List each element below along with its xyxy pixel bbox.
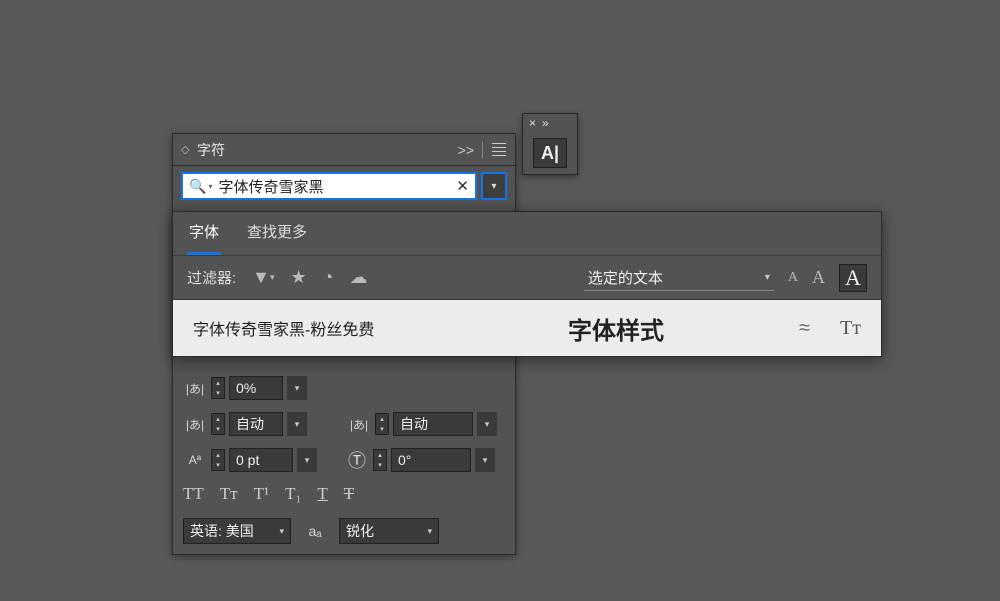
panel-expand-icon[interactable]: >> xyxy=(458,142,474,158)
tsume-row: |あ| ▴▾ 0% xyxy=(173,370,515,406)
baseline-value[interactable]: 0 pt xyxy=(229,448,293,472)
search-mode-chevron-icon[interactable]: ▾ xyxy=(208,182,212,191)
tab-fonts[interactable]: 字体 xyxy=(187,211,221,255)
preview-text-select[interactable]: 选定的文本 xyxy=(584,265,774,291)
dock-mini-panel: × » A| xyxy=(522,113,578,175)
strikethrough-button[interactable]: T xyxy=(344,484,354,504)
font-search-input[interactable] xyxy=(218,178,456,195)
bottom-row: 英语: 美国 aₐ 锐化 xyxy=(173,514,515,554)
rotate-value[interactable]: 0° xyxy=(391,448,471,472)
tsume-icon: |あ| xyxy=(183,379,207,397)
kerning-row: |あ| ▴▾ 自动 |あ| ▴▾ 自动 xyxy=(173,406,515,442)
dock-close-icon[interactable]: × xyxy=(529,116,536,130)
smallcaps-button[interactable]: Tᴛ xyxy=(220,484,238,504)
character-panel-icon[interactable]: A| xyxy=(533,138,567,168)
kern-right-dropdown[interactable] xyxy=(477,412,497,436)
underline-button[interactable]: T xyxy=(317,484,327,504)
dock-expand-icon[interactable]: » xyxy=(542,116,549,130)
filter-row: 过滤器: ▼▾ 选定的文本 A A A xyxy=(173,256,881,300)
kern-left-value[interactable]: 自动 xyxy=(229,412,283,436)
preview-size-small[interactable]: A xyxy=(788,270,798,286)
panel-menu-icon[interactable] xyxy=(491,143,507,156)
preview-text-value: 选定的文本 xyxy=(588,267,663,288)
rotate-dropdown[interactable] xyxy=(475,448,495,472)
filter-favorite-icon[interactable] xyxy=(291,267,307,288)
chevron-down-icon xyxy=(491,181,496,192)
baseline-icon: Aª xyxy=(183,451,207,469)
chevron-down-icon xyxy=(427,526,432,537)
kern-right-value[interactable]: 自动 xyxy=(393,412,473,436)
baseline-row: Aª ▴▾ 0 pt Ⓣ ▴▾ 0° xyxy=(173,442,515,478)
collapse-icon[interactable]: ◇ xyxy=(181,145,191,155)
subscript-button[interactable]: T₁ xyxy=(285,484,301,504)
tab-find-more[interactable]: 查找更多 xyxy=(245,211,309,255)
kern-right-stepper[interactable]: ▴▾ xyxy=(375,413,389,435)
kern-left-stepper[interactable]: ▴▾ xyxy=(211,413,225,435)
baseline-stepper[interactable]: ▴▾ xyxy=(211,449,225,471)
font-dropdown-button[interactable] xyxy=(481,172,507,200)
filter-funnel-icon[interactable]: ▼▾ xyxy=(252,267,274,288)
filter-label: 过滤器: xyxy=(187,267,236,288)
kern-right-icon: |あ| xyxy=(347,415,371,433)
search-icon: 🔍 xyxy=(189,178,206,195)
preview-size-large[interactable]: A xyxy=(839,264,867,292)
kern-left-dropdown[interactable] xyxy=(287,412,307,436)
font-result-name: 字体传奇雪家黑-粉丝免费 xyxy=(193,316,433,340)
chevron-down-icon xyxy=(765,272,770,283)
font-tabs: 字体 查找更多 xyxy=(173,212,881,256)
panel-header: ◇ 字符 >> xyxy=(173,134,515,166)
antialias-icon: aₐ xyxy=(301,522,329,540)
font-picker-popover: 字体 查找更多 过滤器: ▼▾ 选定的文本 A A A 字体传奇雪家黑-粉丝免费… xyxy=(172,211,882,357)
font-result-sample: 字体样式 xyxy=(463,311,769,346)
filter-cloud-icon[interactable] xyxy=(350,267,368,288)
kern-left-icon: |あ| xyxy=(183,415,207,433)
rotate-icon: Ⓣ xyxy=(345,451,369,469)
tsume-value[interactable]: 0% xyxy=(229,376,283,400)
similar-fonts-icon[interactable]: ≈ xyxy=(799,317,810,340)
antialias-select[interactable]: 锐化 xyxy=(339,518,439,544)
baseline-dropdown[interactable] xyxy=(297,448,317,472)
panel-title: 字符 xyxy=(197,140,458,160)
tsume-stepper[interactable]: ▴▾ xyxy=(211,377,225,399)
filter-recent-icon[interactable] xyxy=(323,267,334,288)
superscript-button[interactable]: T¹ xyxy=(254,484,269,504)
font-type-icon: Tᴛ xyxy=(840,317,861,340)
clear-search-icon[interactable]: ✕ xyxy=(456,177,469,195)
allcaps-button[interactable]: TT xyxy=(183,484,204,504)
antialias-value: 锐化 xyxy=(346,521,374,541)
rotate-stepper[interactable]: ▴▾ xyxy=(373,449,387,471)
font-result-row[interactable]: 字体传奇雪家黑-粉丝免费 字体样式 ≈ Tᴛ xyxy=(173,300,881,356)
font-search-row: 🔍 ▾ ✕ xyxy=(173,166,515,206)
language-value: 英语: 美国 xyxy=(190,521,254,541)
language-select[interactable]: 英语: 美国 xyxy=(183,518,291,544)
text-style-row: TT Tᴛ T¹ T₁ T T xyxy=(173,478,515,514)
tsume-dropdown[interactable] xyxy=(287,376,307,400)
chevron-down-icon xyxy=(279,526,284,537)
font-search-box[interactable]: 🔍 ▾ ✕ xyxy=(181,172,477,200)
separator xyxy=(482,142,483,158)
preview-size-medium[interactable]: A xyxy=(812,267,825,288)
